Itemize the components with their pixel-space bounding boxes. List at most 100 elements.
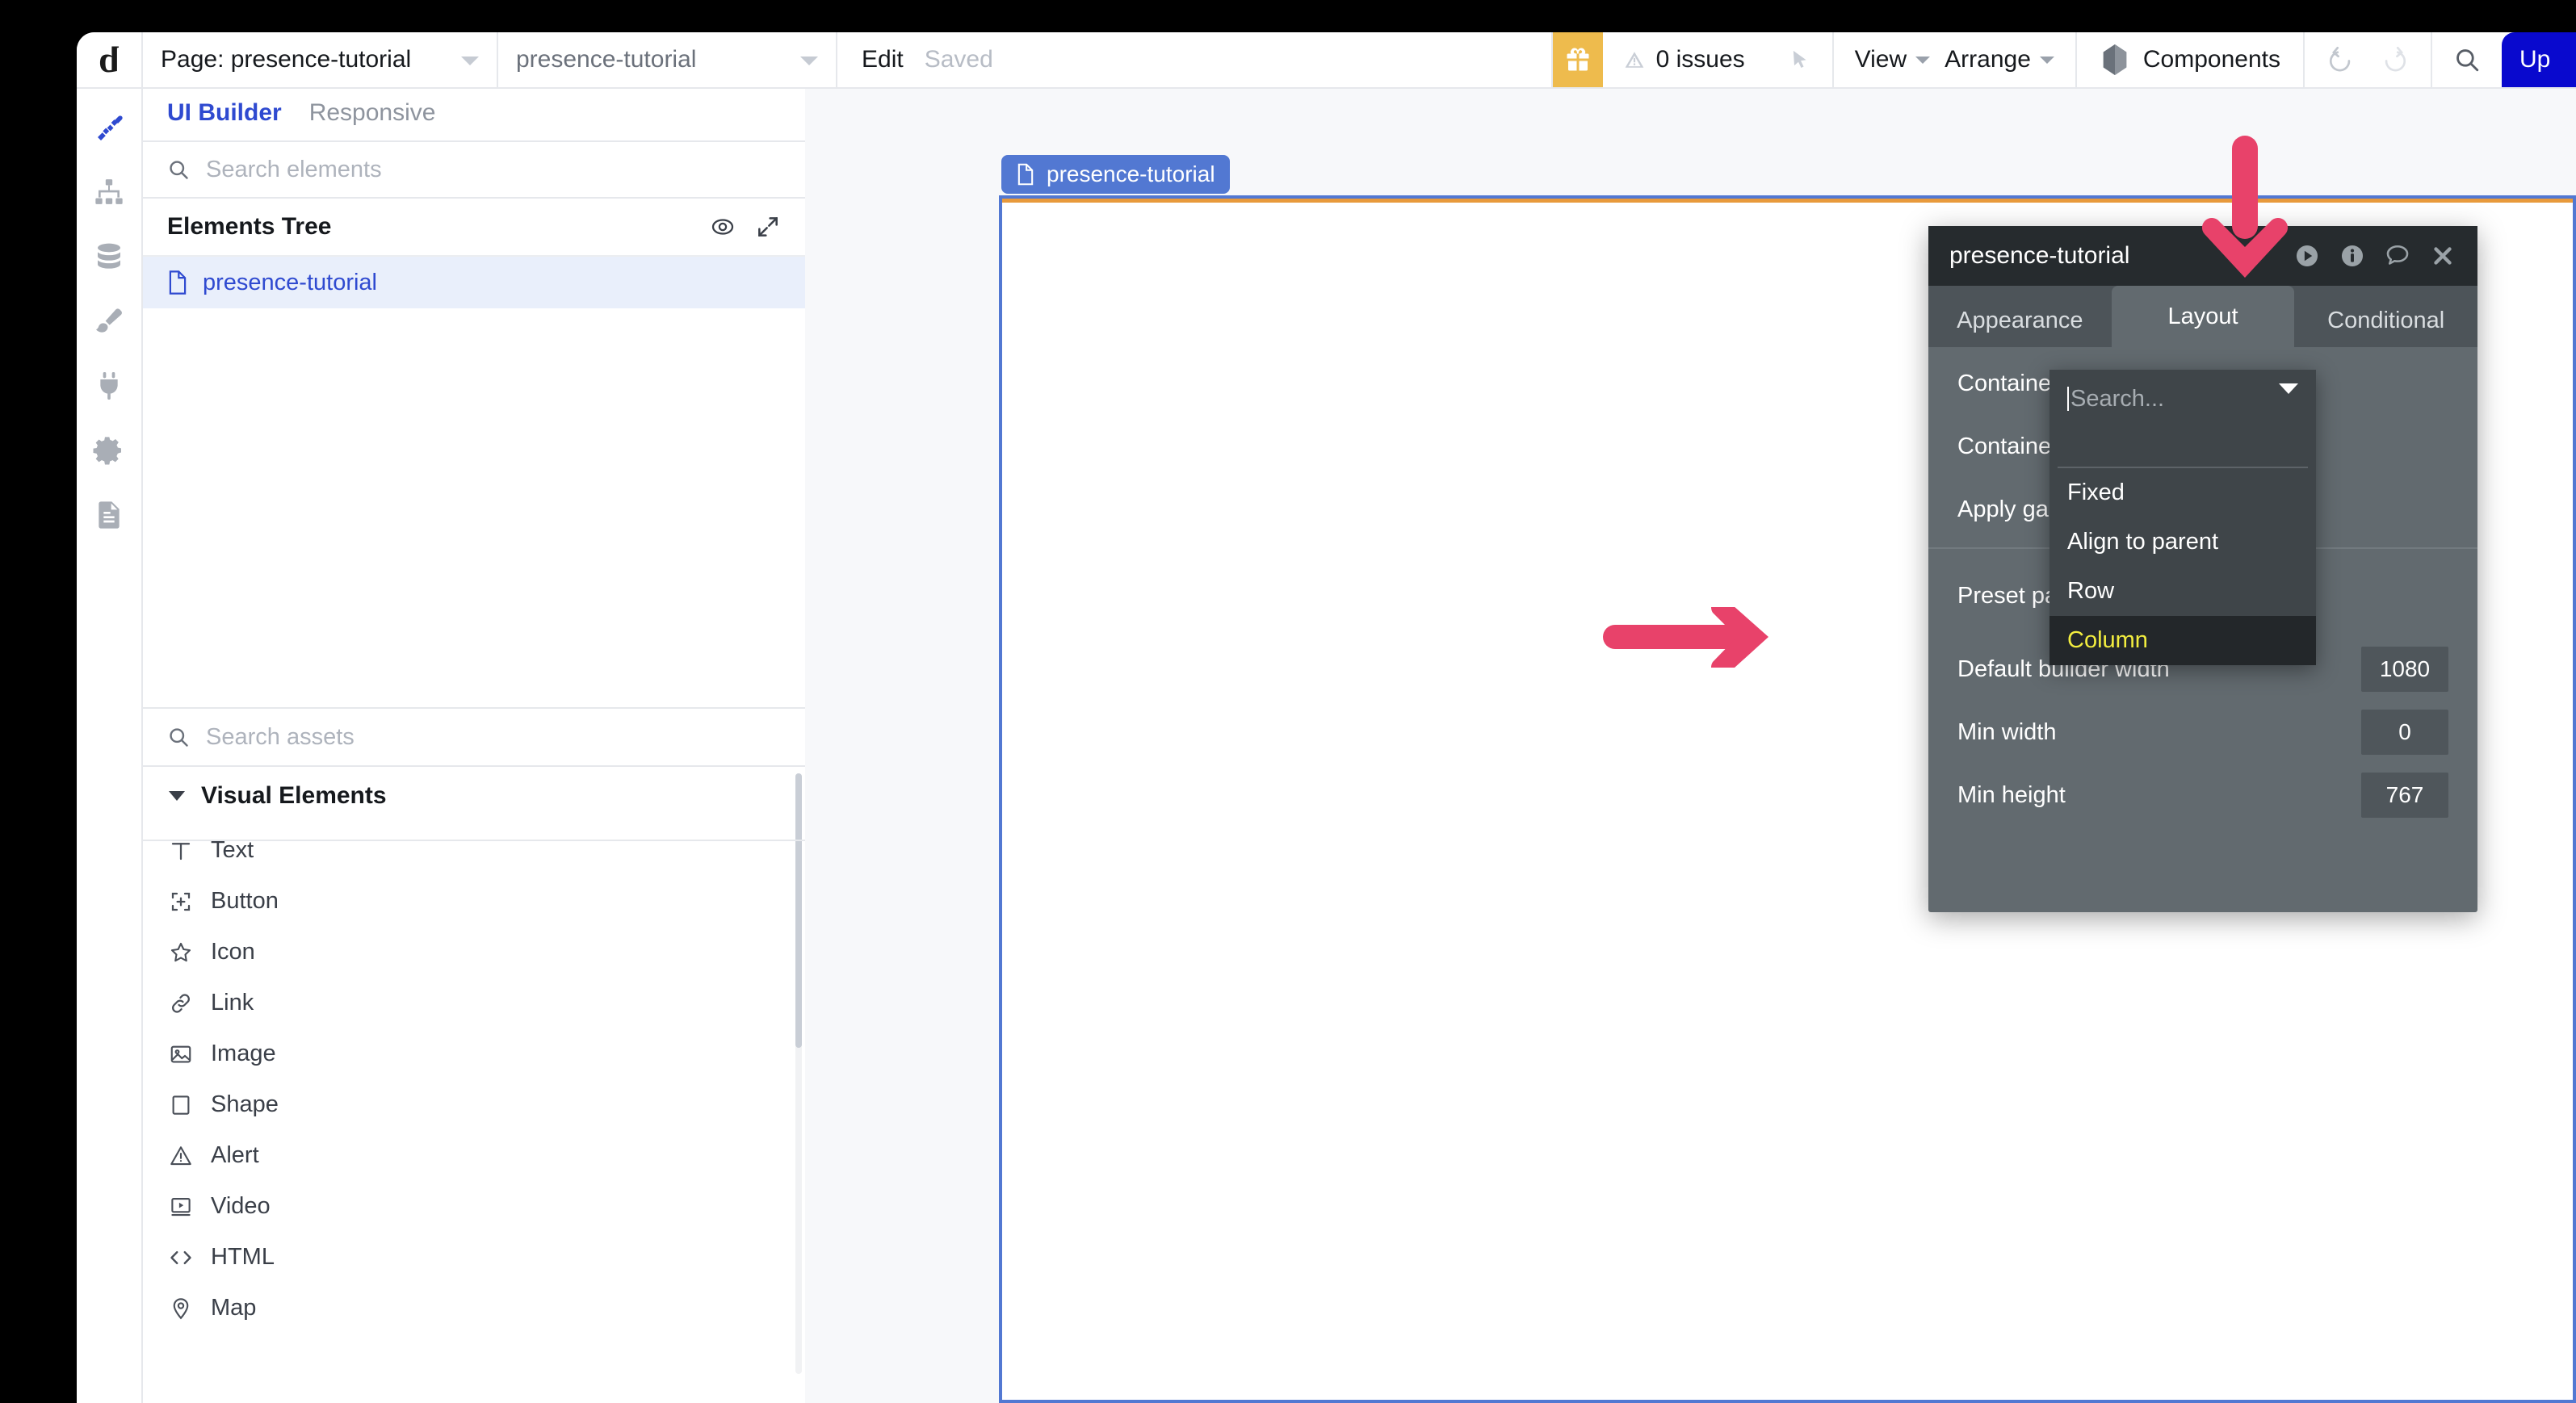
page-selector-label: Page: presence-tutorial [161,46,412,73]
close-icon[interactable] [2429,242,2456,270]
page-selector-dropdown[interactable]: Page: presence-tutorial [143,32,498,87]
top-toolbar: b Page: presence-tutorial presence-tutor… [77,32,2576,89]
element-item-button[interactable]: Button [143,876,805,927]
min-height-input[interactable]: 767 [2361,773,2448,818]
logs-document-icon[interactable] [93,499,125,531]
warning-triangle-icon [1625,52,1643,68]
row-label: Min width [1957,718,2057,745]
dropdown-option-row[interactable]: Row [2049,567,2316,616]
group-visual-elements[interactable]: Visual Elements [143,767,805,825]
search-icon [2456,49,2479,72]
video-icon [171,1197,191,1216]
search-icon [170,161,188,179]
tree-item-label: presence-tutorial [203,269,377,295]
view-menu-label: View [1854,46,1907,73]
page-document-icon [169,270,187,295]
gift-icon [1567,48,1589,71]
styles-brush-icon[interactable] [93,305,125,337]
dropdown-search-field[interactable]: Search... [2049,370,2316,428]
upgrade-label: Up [2519,46,2551,73]
element-label: Link [211,990,254,1016]
elements-tree-body: presence-tutorial [143,257,805,709]
dropdown-option-align-to-parent[interactable]: Align to parent [2049,517,2316,567]
element-item-video[interactable]: Video [143,1181,805,1232]
expand-icon[interactable] [755,214,781,240]
pointer-tool-button[interactable] [1768,32,1832,87]
global-search-button[interactable] [2431,32,2502,87]
comment-icon[interactable] [2384,242,2411,270]
map-pin-icon [173,1297,189,1319]
element-label: Button [211,888,279,914]
triangle-down-icon [169,791,185,801]
edit-status-group: Edit Saved [837,32,1553,87]
tree-item-presence-tutorial[interactable]: presence-tutorial [143,257,805,308]
settings-gear-icon[interactable] [93,434,125,467]
logo-letter: b [99,39,120,80]
gift-button[interactable] [1552,32,1603,87]
arrange-menu[interactable]: Arrange [1945,46,2054,73]
redo-icon[interactable] [2381,46,2408,73]
chevron-down-icon [800,57,818,65]
saved-status: Saved [924,46,993,73]
alert-icon [170,1145,191,1165]
star-icon [170,942,191,961]
design-tool-icon[interactable] [93,111,125,144]
dropdown-caret[interactable] [2279,383,2298,408]
search-assets-input[interactable] [206,723,781,751]
components-button[interactable]: Components [2075,32,2303,87]
element-item-alert[interactable]: Alert [143,1130,805,1181]
element-item-icon[interactable]: Icon [143,927,805,978]
cursor-arrow-icon [1793,50,1806,69]
row-label: Min height [1957,781,2066,808]
preview-play-icon[interactable] [2293,242,2321,270]
element-label: HTML [211,1244,275,1270]
upgrade-button[interactable]: Up [2502,32,2576,87]
tab-conditional[interactable]: Conditional [2294,294,2477,347]
issues-indicator[interactable]: 0 issues [1603,32,1768,87]
element-item-image[interactable]: Image [143,1028,805,1079]
page-name-field[interactable]: presence-tutorial [498,32,837,87]
min-width-input[interactable]: 0 [2361,710,2448,755]
chevron-down-icon [2279,383,2298,408]
issues-count-label: 0 issues [1655,46,1745,73]
property-panel-header: presence-tutorial [1928,226,2477,286]
data-icon[interactable] [93,241,125,273]
tab-appearance[interactable]: Appearance [1928,294,2112,347]
tab-responsive[interactable]: Responsive [309,99,436,130]
group-label: Visual Elements [201,782,387,809]
canvas-page-chip[interactable]: presence-tutorial [1001,155,1230,194]
plugins-plug-icon[interactable] [93,370,125,402]
page-document-icon [1017,163,1034,186]
bubble-editor-window: b Page: presence-tutorial presence-tutor… [77,32,2576,1403]
info-icon[interactable] [2339,242,2366,270]
elements-scrollbar-thumb[interactable] [795,773,802,1048]
search-icon [170,728,188,747]
image-icon [170,1045,191,1062]
bubble-logo[interactable]: b [77,32,143,87]
element-item-link[interactable]: Link [143,978,805,1028]
element-item-shape[interactable]: Shape [143,1079,805,1130]
element-label: Alert [211,1142,259,1168]
edit-button[interactable]: Edit [862,46,904,73]
page-name-text: presence-tutorial [516,46,697,73]
element-search-bar [143,142,805,199]
element-item-html[interactable]: HTML [143,1232,805,1283]
element-item-text[interactable]: Text [143,825,805,876]
text-cursor [2067,387,2069,411]
elements-tree-title: Elements Tree [167,213,332,240]
element-item-map[interactable]: Map [143,1283,805,1334]
search-elements-input[interactable] [206,156,781,183]
dropdown-option-fixed[interactable]: Fixed [2049,468,2316,517]
tab-layout[interactable]: Layout [2111,286,2295,347]
view-menu[interactable]: View [1854,46,1931,73]
workflow-icon[interactable] [93,176,125,208]
default-builder-width-input[interactable]: 1080 [2361,647,2448,692]
property-panel-tabs: Appearance Layout Conditional [1928,286,2477,347]
undo-icon[interactable] [2327,46,2355,73]
eye-icon[interactable] [710,214,736,240]
builder-tabs: UI Builder Responsive [143,89,805,142]
dropdown-option-column[interactable]: Column [2049,616,2316,665]
row-min-height: Min height 767 [1928,764,2477,827]
left-icon-rail [77,89,143,1403]
tab-ui-builder[interactable]: UI Builder [167,99,282,130]
